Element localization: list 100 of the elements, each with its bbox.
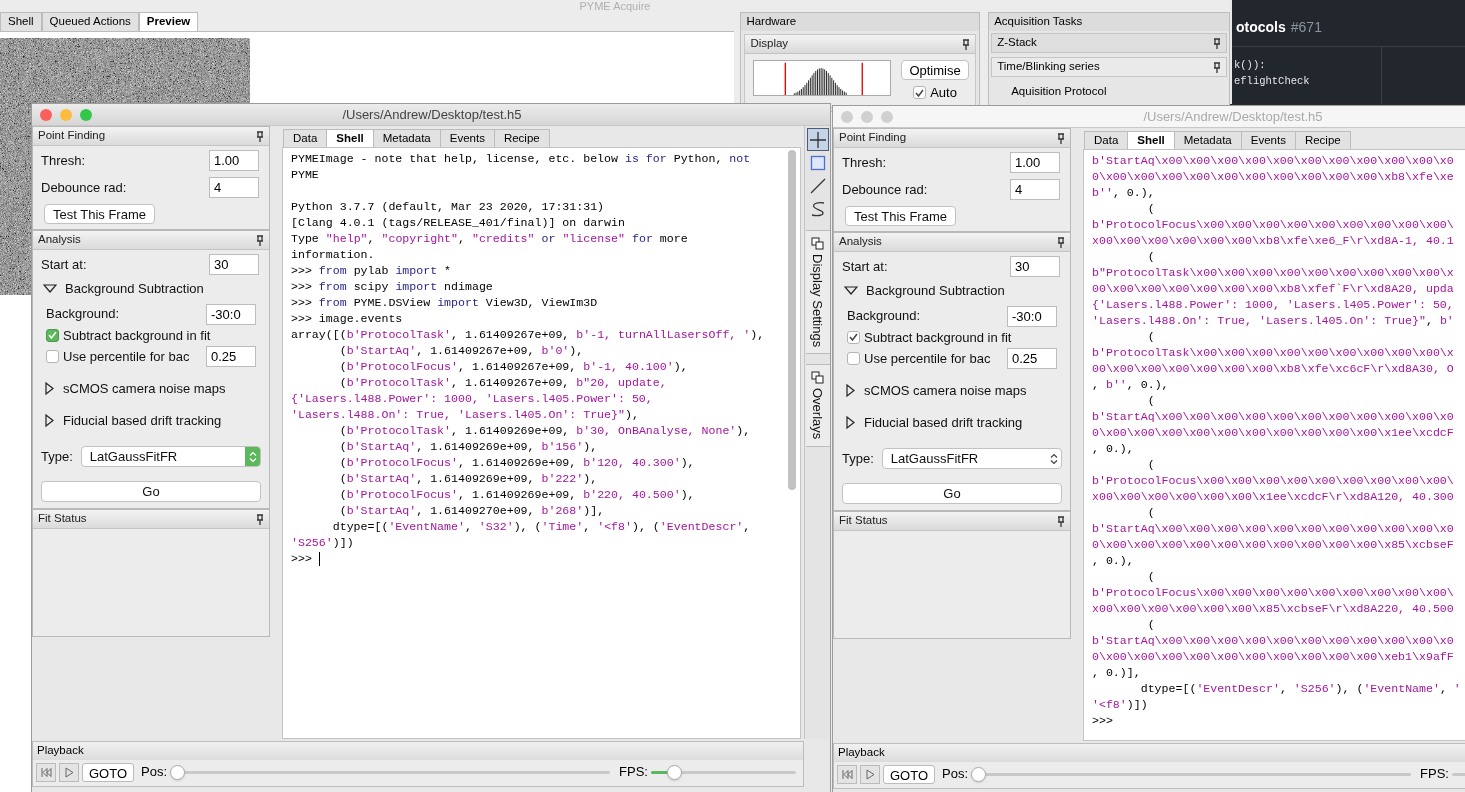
window-title: PYME Acquire [579, 0, 651, 12]
type-select[interactable]: LatGaussFitFR [881, 448, 1062, 469]
code-line: ( [1146, 249, 1155, 265]
code-line: ( [1146, 569, 1155, 585]
tab[interactable]: Data [1084, 131, 1129, 149]
code-line: >>> from scipy import ndimage [291, 279, 493, 295]
disclosure-toggle[interactable]: Background Subtraction [844, 281, 1005, 301]
input-field[interactable]: 30 [209, 254, 259, 275]
input-field[interactable]: -30:0 [206, 303, 256, 325]
code-line: x00\x00\x00\x00\x00\x00\x1ee\xcdcF\r\xd8A120, 40.300 [1092, 489, 1454, 505]
code-line: b'StartAq\x00\x00\x00\x00\x00\x00\x00\x00\x00\x00\x0 [1092, 633, 1454, 649]
task-header[interactable]: Z-Stack [991, 33, 1227, 53]
field-label: Background: [46, 305, 119, 324]
field-label: Type: [842, 449, 874, 468]
input-field[interactable]: 30 [1010, 256, 1060, 277]
code-line: (b'ProtocolTask', 1.61409269e+09, b'30, OnBAnalyse, None'), [338, 423, 751, 439]
input-field[interactable]: 4 [1010, 179, 1060, 200]
input-field[interactable]: 1.00 [209, 150, 259, 171]
side-tab[interactable]: Overlays [805, 364, 830, 447]
checkbox-label: Auto [930, 84, 957, 102]
test-frame-button[interactable]: Test This Frame [44, 204, 155, 224]
slider-label: Pos: [141, 763, 168, 782]
code-line: 0\x00\x00\x00\x00\x00\x00\x00\x00\x00\x00\x85\xcbseF [1092, 537, 1454, 553]
panel-title: Acquisition Tasks [994, 14, 1083, 30]
code-line: array([(b'ProtocolTask', 1.61409267e+09, b'-1, turnAllLasersOff, '), [291, 327, 765, 343]
code-line: 00\x00\x00\x00\x00\x00\x00\xb8\xfef`F\r\xd8A20, upda [1092, 281, 1454, 297]
disclosure-toggle[interactable]: sCMOS camera noise maps [846, 381, 1027, 401]
panel-title: Fit Status [38, 511, 87, 527]
input-field[interactable]: 0.25 [206, 346, 256, 367]
tab[interactable]: Shell [326, 129, 374, 147]
tab[interactable]: Events [1240, 131, 1296, 149]
code-line: (b'StartAq', 1.61409269e+09, b'156'), [338, 439, 598, 455]
panel-title: Hardware [746, 14, 797, 30]
checkbox-label: Use percentile for bac [63, 347, 190, 366]
code-line: (b'ProtocolTask', 1.61409267e+09, b"20, update, [338, 375, 667, 391]
code-line: information. [291, 247, 375, 263]
checkbox-label: Subtract background in fit [864, 328, 1012, 347]
code-line: b'', 0.), [1092, 185, 1155, 201]
code-line: 'S256')]) [291, 535, 354, 551]
field-label: Start at: [41, 255, 87, 274]
test-frame-button[interactable]: Test This Frame [845, 206, 956, 226]
tab[interactable]: Events [439, 129, 495, 147]
goto-button[interactable]: GOTO [883, 764, 936, 784]
code-line: {'Lasers.l488.Power': 1000, 'Lasers.l405.Power': 50, [1092, 297, 1454, 313]
tab[interactable]: Data [283, 129, 328, 147]
field-label: Thresh: [41, 151, 86, 170]
code-line: Python 3.7.7 (default, Mar 23 2020, 17:31:31) [291, 199, 605, 215]
checkbox-label: Use percentile for bac [864, 349, 991, 368]
code-line: , 0.), [1092, 553, 1134, 569]
issue-number: #671 [1290, 18, 1322, 37]
input-field[interactable]: 1.00 [1010, 152, 1060, 173]
code-line: 'Lasers.l488.On': True, 'Lasers.l405.On': True}", b' [1092, 313, 1454, 329]
code-line: >>> from PYME.DSView import View3D, ViewIm3D [291, 295, 598, 311]
tab[interactable]: Recipe [493, 129, 550, 147]
input-field[interactable]: 0.25 [1007, 348, 1057, 369]
go-button[interactable]: Go [41, 481, 261, 502]
page-title: otocols [1236, 18, 1286, 37]
panel-title: Fit Status [839, 513, 888, 529]
side-tab[interactable]: Display Settings [805, 230, 830, 355]
task-header[interactable]: Time/Blinking series [991, 57, 1227, 77]
code-line: eflightCheck [1234, 74, 1310, 89]
window-title: /Users/Andrew/Desktop/test.h5 [1143, 107, 1324, 126]
field-label: Background: [847, 307, 920, 326]
tab[interactable]: Queued Actions [41, 12, 139, 31]
tab[interactable]: Recipe [1294, 131, 1351, 149]
disclosure-toggle[interactable]: Fiducial based drift tracking [846, 412, 1023, 432]
slider-label: FPS: [619, 763, 648, 782]
tab[interactable]: Shell [0, 12, 42, 31]
tab[interactable]: Metadata [372, 129, 441, 147]
code-line: PYME [291, 167, 319, 183]
go-button[interactable]: Go [842, 483, 1062, 504]
code-line: , 0.), [1092, 441, 1134, 457]
type-select[interactable]: LatGaussFitFR [80, 446, 261, 467]
disclosure-toggle[interactable]: sCMOS camera noise maps [45, 379, 226, 399]
code-line: '<f8')]) [1092, 697, 1148, 713]
disclosure-toggle[interactable]: Background Subtraction [43, 279, 204, 299]
code-line: Type "help", "copyright", "credits" or "license" for more [291, 231, 688, 247]
code-line: (b'StartAq', 1.61409267e+09, b'0'), [338, 343, 584, 359]
code-line: b'StartAq\x00\x00\x00\x00\x00\x00\x00\x00\x00\x00\x0 [1092, 153, 1454, 169]
goto-button[interactable]: GOTO [82, 762, 135, 782]
checkbox-label: Subtract background in fit [63, 326, 211, 345]
field-label: Thresh: [842, 153, 887, 172]
code-line: b'ProtocolFocus\x00\x00\x00\x00\x00\x00\x00\x00\x00\ [1092, 217, 1454, 233]
input-field[interactable]: -30:0 [1007, 305, 1057, 327]
panel-title: Point Finding [839, 130, 907, 146]
code-line: ( [1146, 201, 1155, 217]
code-line: b"ProtocolTask\x00\x00\x00\x00\x00\x00\x00\x00\x00\x [1092, 265, 1454, 281]
code-line: 'Lasers.l488.On': True, 'Lasers.l405.On': True}"), [291, 407, 639, 423]
code-line: (b'StartAq', 1.61409269e+09, b'222'), [338, 471, 598, 487]
input-field[interactable]: 4 [209, 177, 259, 198]
disclosure-toggle[interactable]: Fiducial based drift tracking [45, 410, 222, 430]
optimise-button[interactable]: Optimise [901, 60, 969, 80]
code-line: b'StartAq\x00\x00\x00\x00\x00\x00\x00\x00\x00\x00\x0 [1092, 409, 1454, 425]
tab[interactable]: Metadata [1173, 131, 1242, 149]
code-line: (b'StartAq', 1.61409270e+09, b'268')], [338, 503, 605, 519]
code-line: 0\x00\x00\x00\x00\x00\x00\x00\x00\x00\x00\xb8\xfe\xe [1092, 169, 1454, 185]
tab[interactable]: Preview [138, 12, 199, 31]
code-line: >>> [1092, 713, 1113, 729]
tab[interactable]: Shell [1127, 131, 1175, 149]
code-line: ( [1146, 457, 1155, 473]
